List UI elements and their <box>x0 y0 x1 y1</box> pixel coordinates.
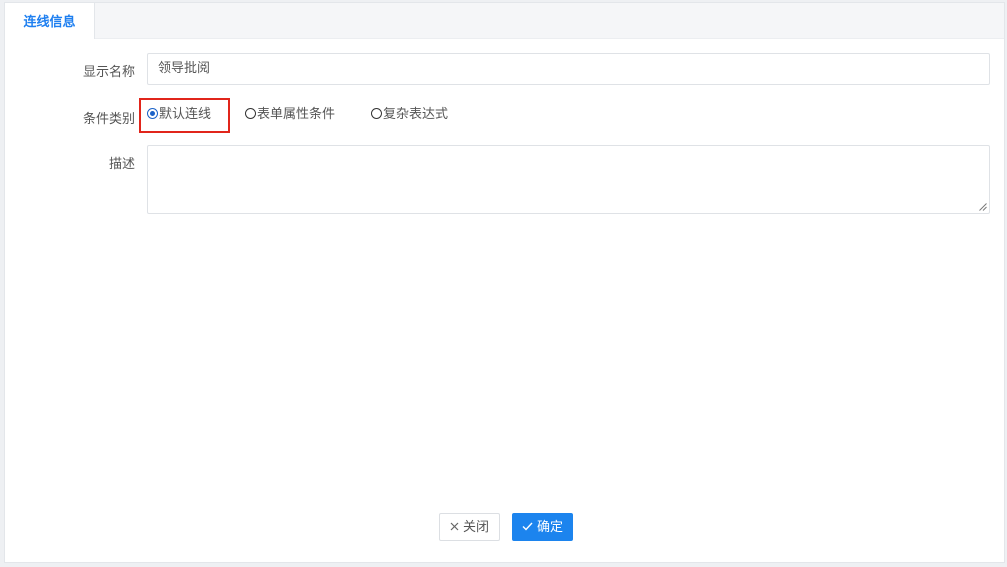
condition-type-label: 条件类别 <box>82 112 135 127</box>
display-name-input[interactable]: 领导批阅 <box>147 53 990 85</box>
radio-form-attribute-condition-label: 表单属性条件 <box>257 107 336 122</box>
close-icon <box>450 514 459 540</box>
confirm-button-label: 确定 <box>536 520 563 535</box>
radio-complex-expression[interactable]: 复杂表达式 <box>371 103 448 127</box>
tab-bar: 连线信息 <box>5 3 1004 39</box>
highlight-annotation-box <box>139 98 230 133</box>
resize-grip-icon[interactable] <box>979 203 987 211</box>
display-name-label: 显示名称 <box>82 65 135 80</box>
confirm-button[interactable]: 确定 <box>512 513 573 541</box>
radio-unchecked-icon[interactable] <box>245 108 256 119</box>
description-textarea[interactable] <box>147 145 990 214</box>
close-button[interactable]: 关闭 <box>439 513 500 541</box>
edge-properties-dialog: 连线信息 显示名称 领导批阅 条件类别 默认连线 表单属性条件 复杂表达式 描述 <box>4 2 1005 563</box>
radio-form-attribute-condition[interactable]: 表单属性条件 <box>245 103 335 127</box>
close-button-label: 关闭 <box>462 520 489 535</box>
description-label: 描述 <box>108 157 135 172</box>
tab-edge-info[interactable]: 连线信息 <box>5 3 95 39</box>
radio-complex-expression-label: 复杂表达式 <box>383 107 449 122</box>
radio-unchecked-icon[interactable] <box>371 108 382 119</box>
check-icon <box>522 514 533 540</box>
